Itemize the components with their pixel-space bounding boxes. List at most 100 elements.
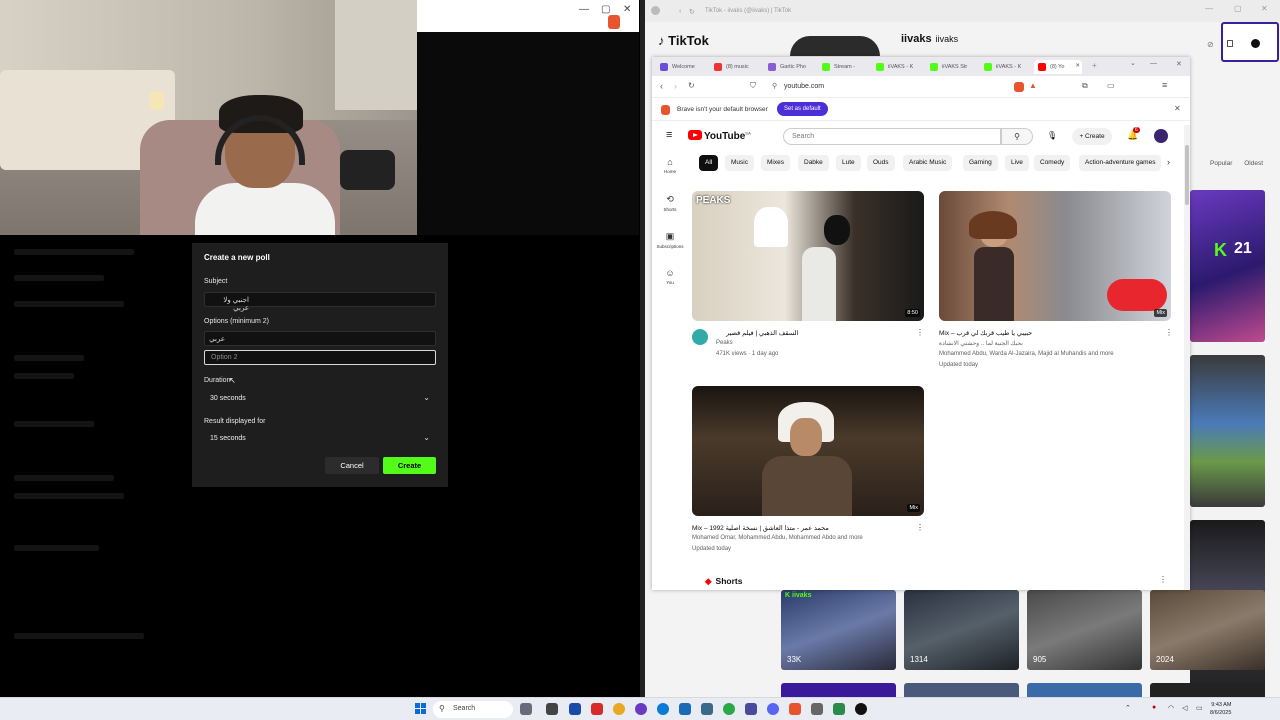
video-thumbnail[interactable]: 2024 xyxy=(1150,590,1265,670)
reload-icon[interactable]: ↻ xyxy=(689,8,695,16)
result-select[interactable]: 15 seconds ⌄ xyxy=(204,432,436,446)
task-view-icon[interactable] xyxy=(546,703,558,715)
chip-ouds[interactable]: Ouds xyxy=(867,155,895,171)
browser-tab[interactable]: iiVAKS - K xyxy=(980,60,1032,74)
close-icon[interactable]: ✕ xyxy=(1176,60,1182,68)
chip-lute[interactable]: Lute xyxy=(836,155,861,171)
new-tab-icon[interactable]: + xyxy=(1092,61,1097,70)
chip-live[interactable]: Live xyxy=(1005,155,1029,171)
browser-tab-active[interactable]: (8) Yo ✕ xyxy=(1034,60,1082,74)
notifications-bell-icon[interactable]: 🔔 6 xyxy=(1127,127,1140,141)
chrome-icon[interactable] xyxy=(613,703,625,715)
video-thumbnail[interactable]: 905 xyxy=(1027,590,1142,670)
tab-oldest[interactable]: Oldest xyxy=(1244,160,1263,167)
video-card[interactable]: Mix Mix – حبيبي يا طيب قربك لي قرب بحبك … xyxy=(939,191,1173,371)
youtube-search-input[interactable]: Search xyxy=(783,128,1001,145)
search-icon[interactable]: ⚲ xyxy=(1001,128,1033,145)
more-options-icon[interactable]: ⋮ xyxy=(1159,575,1167,584)
maximize-icon[interactable]: ▢ xyxy=(1234,4,1242,13)
chip-mixes[interactable]: Mixes xyxy=(761,155,790,171)
option-2-input[interactable]: Option 2 xyxy=(204,350,436,365)
video-thumbnail[interactable]: K iivaks 33K xyxy=(781,590,896,670)
sidebar-item-you[interactable]: ☺ You xyxy=(652,268,688,285)
site-info-icon[interactable]: ⚲ xyxy=(772,82,777,90)
browser-tab[interactable]: Stream - xyxy=(818,60,870,74)
forward-icon[interactable]: › xyxy=(674,81,677,91)
sidebar-item-subscriptions[interactable]: ▣ Subscriptions xyxy=(652,231,688,249)
video-thumbnail[interactable]: 1314 xyxy=(904,590,1019,670)
bookmark-icon[interactable]: ⛉ xyxy=(750,81,756,91)
minimize-icon[interactable]: — xyxy=(1150,60,1157,67)
chip-action-adventure[interactable]: Action-adventure games xyxy=(1079,155,1162,171)
close-icon[interactable]: ✕ xyxy=(1174,104,1181,113)
video-thumbnail[interactable]: K 21 xyxy=(1190,190,1265,342)
brave-rewards-icon[interactable]: ▲ xyxy=(1029,81,1037,90)
video-card[interactable]: Mix Mix – 1992 محمد عمر - متذا العاشق | … xyxy=(692,386,924,556)
app-icon[interactable] xyxy=(635,703,647,715)
browser-tab[interactable]: Welcome xyxy=(656,60,706,74)
tiktok-logo[interactable]: ♪ TikTok xyxy=(658,33,709,48)
extensions-icon[interactable]: ⧉ xyxy=(1082,81,1088,91)
brave-icon[interactable] xyxy=(789,703,801,715)
option-1-input[interactable]: عربي xyxy=(204,331,436,346)
menu-icon[interactable]: ≡ xyxy=(1162,80,1167,90)
video-title[interactable]: Mix – 1992 محمد عمر - متذا العاشق | نسخة… xyxy=(692,524,829,532)
youtube-logo[interactable]: YouTubeSA xyxy=(688,130,751,142)
more-options-icon[interactable]: ⋮ xyxy=(916,523,924,532)
sidebar-item-shorts[interactable]: ⟲ Shorts xyxy=(652,194,688,212)
more-options-icon[interactable]: ⋮ xyxy=(916,328,924,337)
back-icon[interactable]: ‹ xyxy=(679,8,681,15)
close-icon[interactable]: ✕ xyxy=(623,4,631,15)
channel-avatar[interactable] xyxy=(692,329,708,345)
create-button[interactable]: Create xyxy=(383,457,436,474)
volume-icon[interactable]: ◁ xyxy=(1182,704,1187,712)
wifi-icon[interactable]: ◠ xyxy=(1168,704,1174,712)
chevron-down-icon[interactable]: ⌄ xyxy=(1130,59,1136,67)
chip-dabke[interactable]: Dabke xyxy=(798,155,829,171)
app-icon[interactable] xyxy=(520,703,532,715)
app-icon[interactable] xyxy=(591,703,603,715)
brave-shields-icon[interactable] xyxy=(1014,82,1024,92)
video-thumbnail[interactable]: Mix xyxy=(939,191,1171,321)
browser-tab[interactable]: (8) music xyxy=(710,60,762,74)
app-icon[interactable] xyxy=(723,703,735,715)
browser-tab[interactable]: iiVAKS Str xyxy=(926,60,978,74)
reload-icon[interactable]: ↻ xyxy=(688,81,695,90)
set-default-button[interactable]: Set as default xyxy=(777,102,828,116)
chip-gaming[interactable]: Gaming xyxy=(963,155,998,171)
chevron-up-icon[interactable]: ⌃ xyxy=(1125,704,1131,712)
app-icon[interactable] xyxy=(833,703,845,715)
minimize-icon[interactable]: — xyxy=(579,4,589,15)
chevron-right-icon[interactable]: › xyxy=(1167,157,1170,167)
microphone-icon[interactable]: 🎙 xyxy=(1047,131,1057,140)
avatar[interactable] xyxy=(1154,129,1168,143)
video-thumbnail[interactable]: PEAKS 8:50 xyxy=(692,191,924,321)
edge-icon[interactable] xyxy=(657,703,669,715)
video-title[interactable]: السقف الذهبي | فيلم قصير xyxy=(726,329,798,337)
tab-popular[interactable]: Popular xyxy=(1210,160,1232,167)
windows-start-icon[interactable] xyxy=(415,703,427,715)
taskbar-search[interactable]: ⚲ Search xyxy=(433,701,513,718)
browser-tab[interactable]: iiVAKS - K xyxy=(872,60,924,74)
app-icon[interactable] xyxy=(569,703,581,715)
more-options-icon[interactable]: ⋮ xyxy=(1165,328,1173,337)
chip-music[interactable]: Music xyxy=(725,155,754,171)
hamburger-menu-icon[interactable]: ≡ xyxy=(666,129,672,141)
video-thumbnail[interactable]: Mix xyxy=(692,386,924,516)
taskbar-clock[interactable]: 9:43 AM 8/6/2025 xyxy=(1210,701,1231,717)
video-title[interactable]: Mix – حبيبي يا طيب قربك لي قرب xyxy=(939,329,1032,337)
scrollbar[interactable] xyxy=(1184,125,1190,590)
channel-name[interactable]: Peaks xyxy=(716,340,733,346)
sidebar-item-home[interactable]: ⌂ Home xyxy=(652,157,688,174)
video-thumbnail[interactable] xyxy=(1190,355,1265,507)
maximize-icon[interactable]: ▢ xyxy=(601,4,610,15)
app-icon[interactable] xyxy=(679,703,691,715)
create-button[interactable]: + Create xyxy=(1072,128,1112,145)
close-icon[interactable]: ✕ xyxy=(1261,4,1268,13)
discord-icon[interactable] xyxy=(767,703,779,715)
chip-all[interactable]: All xyxy=(699,155,719,171)
browser-tab[interactable]: Gartic Pho xyxy=(764,60,816,74)
subject-input[interactable]: اجنبي ولا عربي xyxy=(204,292,436,312)
tray-icon[interactable]: ● xyxy=(1152,704,1156,711)
battery-icon[interactable]: ▭ xyxy=(1196,704,1203,712)
